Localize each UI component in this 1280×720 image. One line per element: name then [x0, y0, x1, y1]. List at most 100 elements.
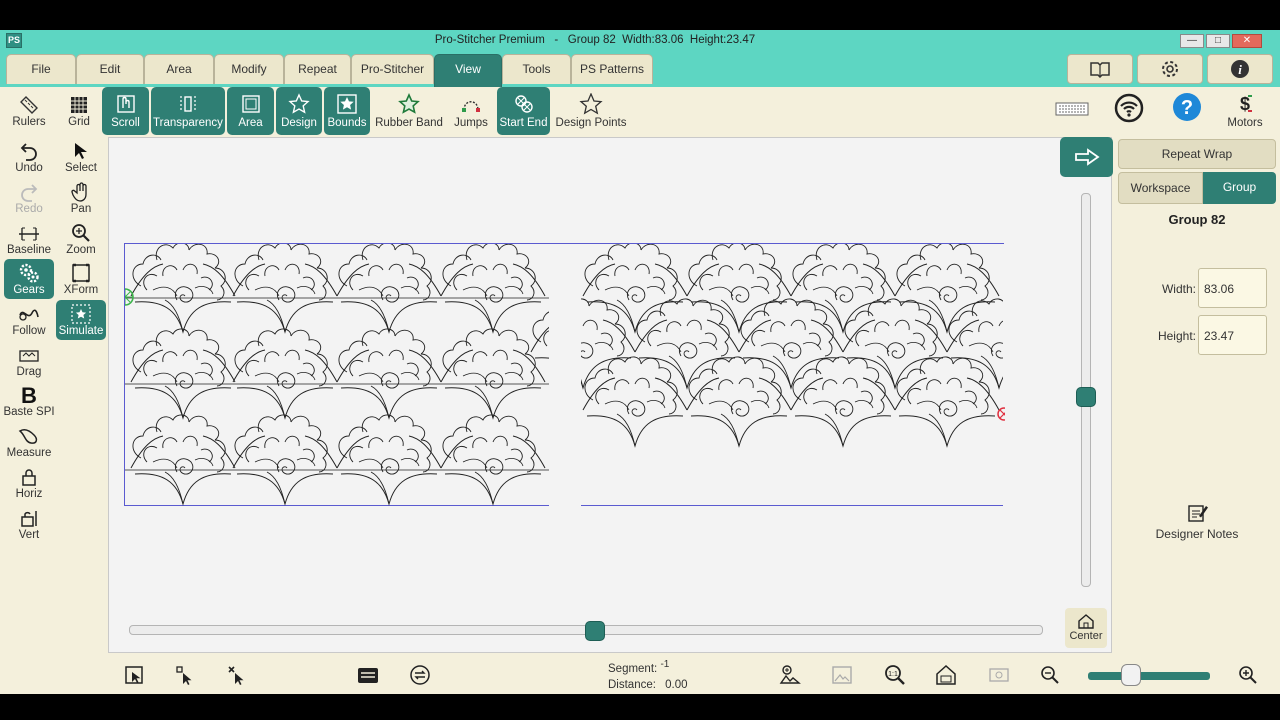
baseline-button[interactable]: Baseline: [4, 219, 54, 259]
horiz-label: Horiz: [15, 488, 43, 500]
arrow-right-icon: [1074, 148, 1100, 166]
zoom-home-button[interactable]: [932, 661, 960, 689]
center-button[interactable]: Center: [1065, 608, 1107, 648]
book-button[interactable]: [1067, 54, 1133, 84]
horizontal-scroll-slider[interactable]: [129, 621, 1043, 641]
zoom-slider[interactable]: [1088, 672, 1210, 680]
close-button[interactable]: ✕: [1232, 34, 1262, 48]
select-point-button[interactable]: [224, 661, 252, 689]
vertical-scroll-thumb[interactable]: [1076, 387, 1096, 407]
bounds-button[interactable]: Bounds: [324, 87, 370, 135]
zoom-area-button[interactable]: [985, 661, 1013, 689]
scroll-icon: [116, 95, 135, 113]
zoom-actual-button[interactable]: 1:1: [881, 661, 909, 689]
info-button[interactable]: i: [1207, 54, 1273, 84]
select-button[interactable]: Select: [56, 137, 106, 177]
design-label: Design: [281, 117, 317, 129]
horizontal-scroll-thumb[interactable]: [585, 621, 605, 641]
area-button[interactable]: Area: [227, 87, 274, 135]
properties-panel: Repeat Wrap Workspace Group Group 82 Wid…: [1114, 137, 1280, 657]
tab-pro-stitcher[interactable]: Pro-Stitcher: [351, 54, 434, 84]
height-field[interactable]: 23.47: [1198, 315, 1267, 355]
tab-view[interactable]: View: [434, 54, 502, 87]
zoom-button[interactable]: Zoom: [56, 219, 106, 259]
redo-label: Redo: [15, 203, 43, 215]
image-button[interactable]: [828, 661, 856, 689]
tab-group[interactable]: Group: [1203, 172, 1276, 204]
zoom-one-to-one-icon: 1:1: [885, 665, 905, 685]
bottom-black-bar: [0, 694, 1280, 720]
scroll-button[interactable]: Scroll: [102, 87, 149, 135]
rubber-band-button[interactable]: Rubber Band: [373, 87, 445, 135]
vert-lock-button[interactable]: Vert: [4, 504, 54, 544]
right-motif-grid: [530, 242, 1052, 447]
pan-button[interactable]: Pan: [56, 178, 106, 218]
tab-area[interactable]: Area: [144, 54, 214, 84]
design-points-button[interactable]: Design Points: [554, 87, 628, 135]
grid-button[interactable]: Grid: [54, 91, 104, 131]
drag-button[interactable]: Drag: [4, 341, 54, 381]
tab-tools[interactable]: Tools: [502, 54, 571, 84]
repeat-wrap-button[interactable]: Repeat Wrap: [1118, 139, 1276, 169]
follow-button[interactable]: Follow: [4, 300, 54, 340]
tab-repeat[interactable]: Repeat: [284, 54, 351, 84]
sync-button[interactable]: [406, 661, 434, 689]
select-icon: [75, 143, 87, 159]
simulate-button[interactable]: Simulate: [56, 300, 106, 340]
transparency-icon: [180, 96, 196, 112]
select-node-button[interactable]: [120, 661, 148, 689]
rulers-button[interactable]: Rulers: [4, 91, 54, 131]
undo-button[interactable]: Undo: [4, 137, 54, 177]
maximize-button[interactable]: □: [1206, 34, 1230, 48]
help-button[interactable]: ?: [1172, 92, 1202, 122]
start-end-button[interactable]: Start End: [497, 87, 550, 135]
transparency-label: Transparency: [153, 117, 223, 129]
design-points-icon: [579, 93, 603, 115]
horiz-lock-button[interactable]: Horiz: [4, 463, 54, 503]
gears-button[interactable]: Gears: [4, 259, 54, 299]
wifi-button[interactable]: [1114, 93, 1144, 123]
width-field[interactable]: 83.06: [1198, 268, 1267, 308]
segment-value: -1: [660, 659, 670, 670]
hand-icon: [71, 182, 87, 202]
design-canvas[interactable]: Center: [108, 137, 1113, 653]
select-segment-icon: [176, 666, 192, 685]
panel-toggle-button[interactable]: [1060, 137, 1113, 177]
window-title: Pro-Stitcher Premium - Group 82 Width:83…: [434, 34, 756, 46]
design-button[interactable]: Design: [276, 87, 322, 135]
tab-edit[interactable]: Edit: [76, 54, 144, 84]
keyboard-button[interactable]: [1054, 95, 1090, 123]
zoom-in-button[interactable]: [1234, 661, 1262, 689]
top-black-bar: [0, 0, 1280, 30]
title-app-name: Pro-Stitcher Premium: [434, 34, 545, 46]
motors-button[interactable]: $ Motors: [1222, 87, 1268, 135]
vertical-scroll-slider[interactable]: [1076, 193, 1096, 587]
transparency-button[interactable]: Transparency: [151, 87, 225, 135]
distance-label: Distance:: [608, 679, 656, 691]
settings-button[interactable]: [1137, 54, 1203, 84]
wifi-icon: [1114, 93, 1144, 123]
list-button[interactable]: [354, 661, 382, 689]
segment-label: Segment:: [608, 662, 658, 675]
measure-button[interactable]: Measure: [4, 422, 54, 462]
select-label: Select: [65, 162, 97, 174]
baste-spi-button[interactable]: B Baste SPI: [3, 381, 54, 421]
minimize-button[interactable]: —: [1180, 34, 1204, 48]
rubber-band-icon: [398, 93, 420, 114]
zoom-to-design-button[interactable]: [776, 661, 804, 689]
measure-icon: [18, 429, 38, 444]
home-icon: [936, 664, 956, 685]
jumps-button[interactable]: Jumps: [450, 87, 492, 135]
tab-modify[interactable]: Modify: [214, 54, 284, 84]
designer-notes-button[interactable]: Designer Notes: [1144, 502, 1250, 541]
tab-workspace[interactable]: Workspace: [1118, 172, 1203, 204]
zoom-out-button[interactable]: [1036, 661, 1064, 689]
select-segment-button[interactable]: [172, 661, 200, 689]
zoom-slider-thumb[interactable]: [1121, 664, 1141, 686]
xform-button[interactable]: XForm: [56, 259, 106, 299]
grid-label: Grid: [68, 116, 90, 128]
redo-button[interactable]: Redo: [4, 178, 54, 218]
tab-file[interactable]: File: [6, 54, 76, 84]
tab-ps-patterns[interactable]: PS Patterns: [571, 54, 653, 84]
help-icon: ?: [1173, 93, 1201, 121]
